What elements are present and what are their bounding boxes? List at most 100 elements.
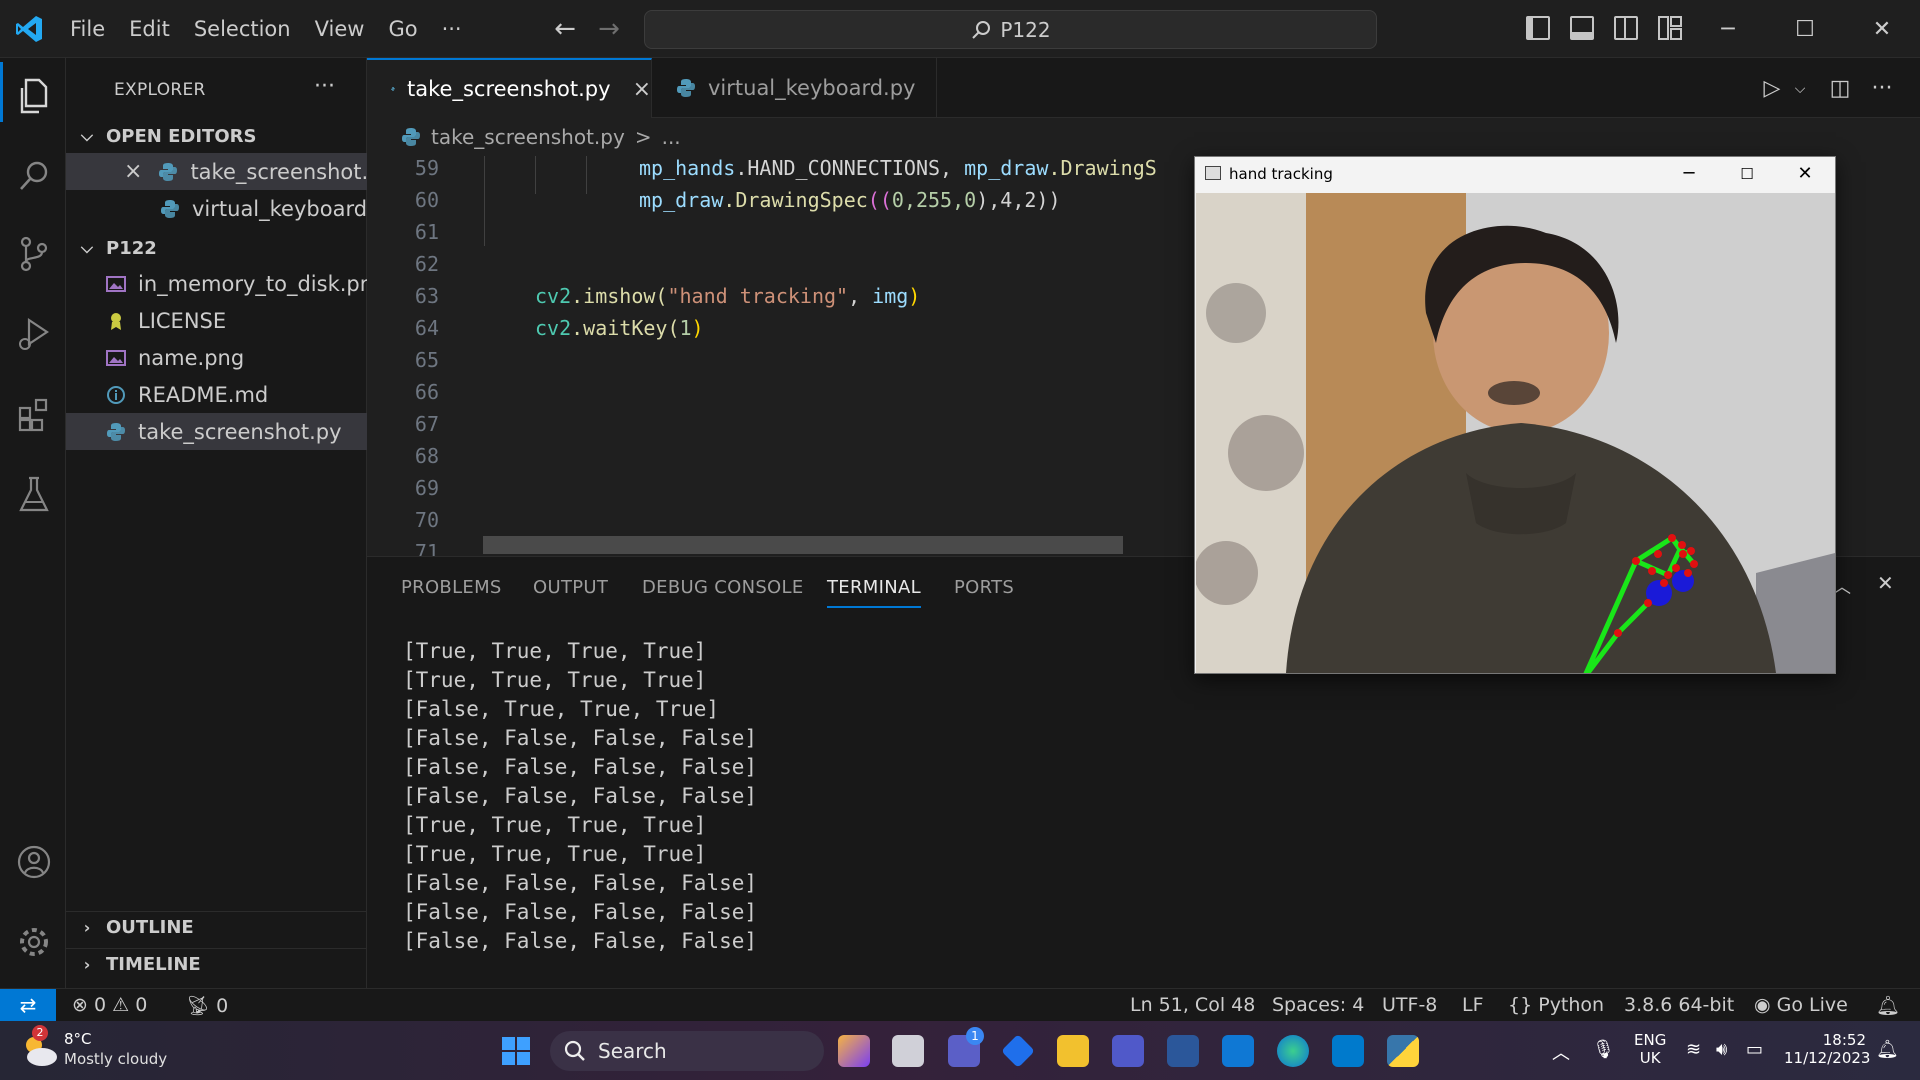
microphone-icon[interactable]: 🎙︎ bbox=[1592, 1039, 1615, 1060]
run-icon[interactable]: ▷ bbox=[1759, 76, 1785, 102]
ports-status[interactable]: 📡︎ 0 bbox=[186, 994, 228, 1017]
accounts-icon[interactable] bbox=[17, 842, 51, 882]
teams-app-icon[interactable] bbox=[1112, 1035, 1144, 1067]
file-name: name.png bbox=[138, 345, 245, 370]
close-editor-icon[interactable]: × bbox=[124, 159, 142, 184]
settings-gear-icon[interactable] bbox=[17, 922, 51, 962]
line-number: 69 bbox=[414, 476, 439, 500]
tab-terminal[interactable]: TERMINAL bbox=[827, 577, 921, 608]
toggle-panel-icon[interactable] bbox=[1570, 16, 1594, 40]
forward-arrow-icon[interactable]: → bbox=[594, 14, 624, 44]
close-window-icon[interactable]: ✕ bbox=[1785, 159, 1825, 189]
remote-indicator-icon[interactable]: ⇄ bbox=[0, 989, 56, 1022]
open-editors-label: OPEN EDITORS bbox=[106, 125, 257, 147]
language-indicator[interactable]: ENG UK bbox=[1634, 1031, 1666, 1067]
explorer-more-icon[interactable]: ··· bbox=[314, 74, 335, 99]
editor-more-icon[interactable]: ··· bbox=[1869, 76, 1895, 102]
cursor-position[interactable]: Ln 51, Col 48 bbox=[1130, 994, 1255, 1016]
dropbox-app-icon[interactable] bbox=[1001, 1034, 1035, 1068]
code-line-59: mp_hands.HAND_CONNECTIONS, mp_draw.Drawi… bbox=[639, 156, 1157, 180]
edge-browser-icon[interactable] bbox=[1277, 1035, 1309, 1067]
python-interpreter[interactable]: 3.8.6 64-bit bbox=[1624, 994, 1734, 1016]
explorer-icon[interactable] bbox=[17, 76, 51, 116]
language-bottom: UK bbox=[1639, 1049, 1661, 1067]
open-editor-item[interactable]: × take_screenshot.... bbox=[66, 153, 367, 190]
menu-selection[interactable]: Selection bbox=[182, 17, 303, 41]
task-view-icon[interactable] bbox=[892, 1035, 924, 1067]
python-taskbar-icon[interactable] bbox=[1387, 1035, 1419, 1067]
tab-virtual-keyboard[interactable]: virtual_keyboard.py bbox=[652, 58, 937, 118]
breadcrumb-file[interactable]: take_screenshot.py bbox=[431, 125, 625, 149]
file-item-selected[interactable]: take_screenshot.py bbox=[66, 413, 367, 450]
file-item[interactable]: in_memory_to_disk.png bbox=[66, 265, 367, 302]
clock[interactable]: 18:52 11/12/2023 bbox=[1784, 1031, 1870, 1067]
chat-app-icon[interactable]: 1 bbox=[948, 1027, 984, 1067]
menu-edit[interactable]: Edit bbox=[117, 17, 182, 41]
testing-flask-icon[interactable] bbox=[17, 474, 51, 514]
toggle-secondary-sidebar-icon[interactable] bbox=[1614, 16, 1638, 40]
source-control-icon[interactable] bbox=[17, 234, 51, 274]
battery-icon[interactable]: ▭ bbox=[1746, 1039, 1763, 1060]
tab-problems[interactable]: PROBLEMS bbox=[401, 577, 502, 598]
notifications-bell-icon[interactable]: 🔔︎ bbox=[1876, 994, 1900, 1017]
encoding[interactable]: UTF-8 bbox=[1382, 994, 1437, 1016]
volume-icon[interactable]: 🔊︎ bbox=[1716, 1039, 1727, 1060]
wifi-icon[interactable]: ≋ bbox=[1686, 1039, 1701, 1060]
menu-view[interactable]: View bbox=[303, 17, 377, 41]
file-item[interactable]: name.png bbox=[66, 339, 367, 376]
maximize-icon[interactable]: ☐ bbox=[1785, 10, 1825, 50]
minimize-icon[interactable]: ─ bbox=[1708, 10, 1748, 50]
run-debug-icon[interactable] bbox=[17, 314, 51, 354]
run-dropdown-chevron-icon[interactable]: ⌵ bbox=[1787, 76, 1813, 102]
end-of-line[interactable]: LF bbox=[1462, 994, 1484, 1016]
hand-tracking-window[interactable]: hand tracking ─ ☐ ✕ bbox=[1194, 156, 1836, 674]
close-panel-icon[interactable]: ✕ bbox=[1877, 571, 1894, 595]
customize-layout-icon[interactable] bbox=[1658, 16, 1682, 40]
language-mode[interactable]: {} Python bbox=[1508, 994, 1604, 1016]
search-sidebar-icon[interactable] bbox=[17, 156, 51, 196]
chevron-down-icon: ⌵ bbox=[80, 238, 94, 257]
taskbar-search[interactable]: Search bbox=[550, 1031, 824, 1071]
go-live-button[interactable]: ◉ Go Live bbox=[1754, 994, 1848, 1016]
split-editor-icon[interactable]: ◫ bbox=[1827, 76, 1853, 102]
vscode-taskbar-icon[interactable] bbox=[1332, 1035, 1364, 1067]
errors-status[interactable]: ⊗ 0 ⚠ 0 bbox=[72, 994, 147, 1016]
copilot-app-icon[interactable] bbox=[838, 1035, 870, 1067]
broadcast-icon: ◉ bbox=[1754, 994, 1771, 1016]
open-editor-item[interactable]: virtual_keyboard... bbox=[66, 190, 367, 227]
word-app-icon[interactable] bbox=[1167, 1035, 1199, 1067]
python-icon bbox=[161, 199, 179, 218]
tab-debug-console[interactable]: DEBUG CONSOLE bbox=[642, 577, 804, 598]
toggle-primary-sidebar-icon[interactable] bbox=[1526, 16, 1550, 40]
outlook-app-icon[interactable] bbox=[1222, 1035, 1254, 1067]
tab-ports[interactable]: PORTS bbox=[954, 577, 1014, 598]
notification-center-icon[interactable]: 🔔︎ bbox=[1876, 1039, 1899, 1060]
menu-go[interactable]: Go bbox=[376, 17, 429, 41]
windows-start-icon[interactable] bbox=[500, 1035, 532, 1067]
breadcrumb-symbol[interactable]: ... bbox=[662, 125, 681, 149]
extensions-icon[interactable] bbox=[17, 394, 51, 434]
code-token: mp_draw bbox=[639, 188, 724, 212]
menu-more[interactable]: ··· bbox=[430, 17, 474, 41]
outline-section[interactable]: › OUTLINE bbox=[66, 911, 367, 943]
folder-section-p122[interactable]: ⌵ P122 bbox=[66, 232, 367, 264]
command-center-search[interactable]: P122 bbox=[644, 10, 1377, 49]
code-token: ) bbox=[908, 284, 921, 308]
indentation[interactable]: Spaces: 4 bbox=[1272, 994, 1364, 1016]
minimize-icon[interactable]: ─ bbox=[1669, 159, 1709, 189]
close-window-icon[interactable]: ✕ bbox=[1862, 10, 1902, 50]
maximize-icon[interactable]: ☐ bbox=[1727, 159, 1767, 189]
file-item[interactable]: README.md bbox=[66, 376, 367, 413]
file-explorer-icon[interactable] bbox=[1057, 1035, 1089, 1067]
horizontal-scrollbar[interactable] bbox=[483, 536, 1123, 554]
menu-file[interactable]: File bbox=[58, 17, 117, 41]
open-editors-section[interactable]: ⌵ OPEN EDITORS bbox=[66, 120, 367, 152]
back-arrow-icon[interactable]: ← bbox=[550, 14, 580, 44]
tab-take-screenshot[interactable]: take_screenshot.py × bbox=[367, 58, 652, 118]
show-hidden-icons-chevron-icon[interactable]: ︿ bbox=[1552, 1039, 1570, 1065]
timeline-section[interactable]: › TIMELINE bbox=[66, 948, 367, 980]
file-item[interactable]: LICENSE bbox=[66, 302, 367, 339]
tab-output[interactable]: OUTPUT bbox=[533, 577, 608, 598]
go-live-label: Go Live bbox=[1776, 994, 1848, 1016]
close-tab-icon[interactable]: × bbox=[633, 77, 651, 102]
